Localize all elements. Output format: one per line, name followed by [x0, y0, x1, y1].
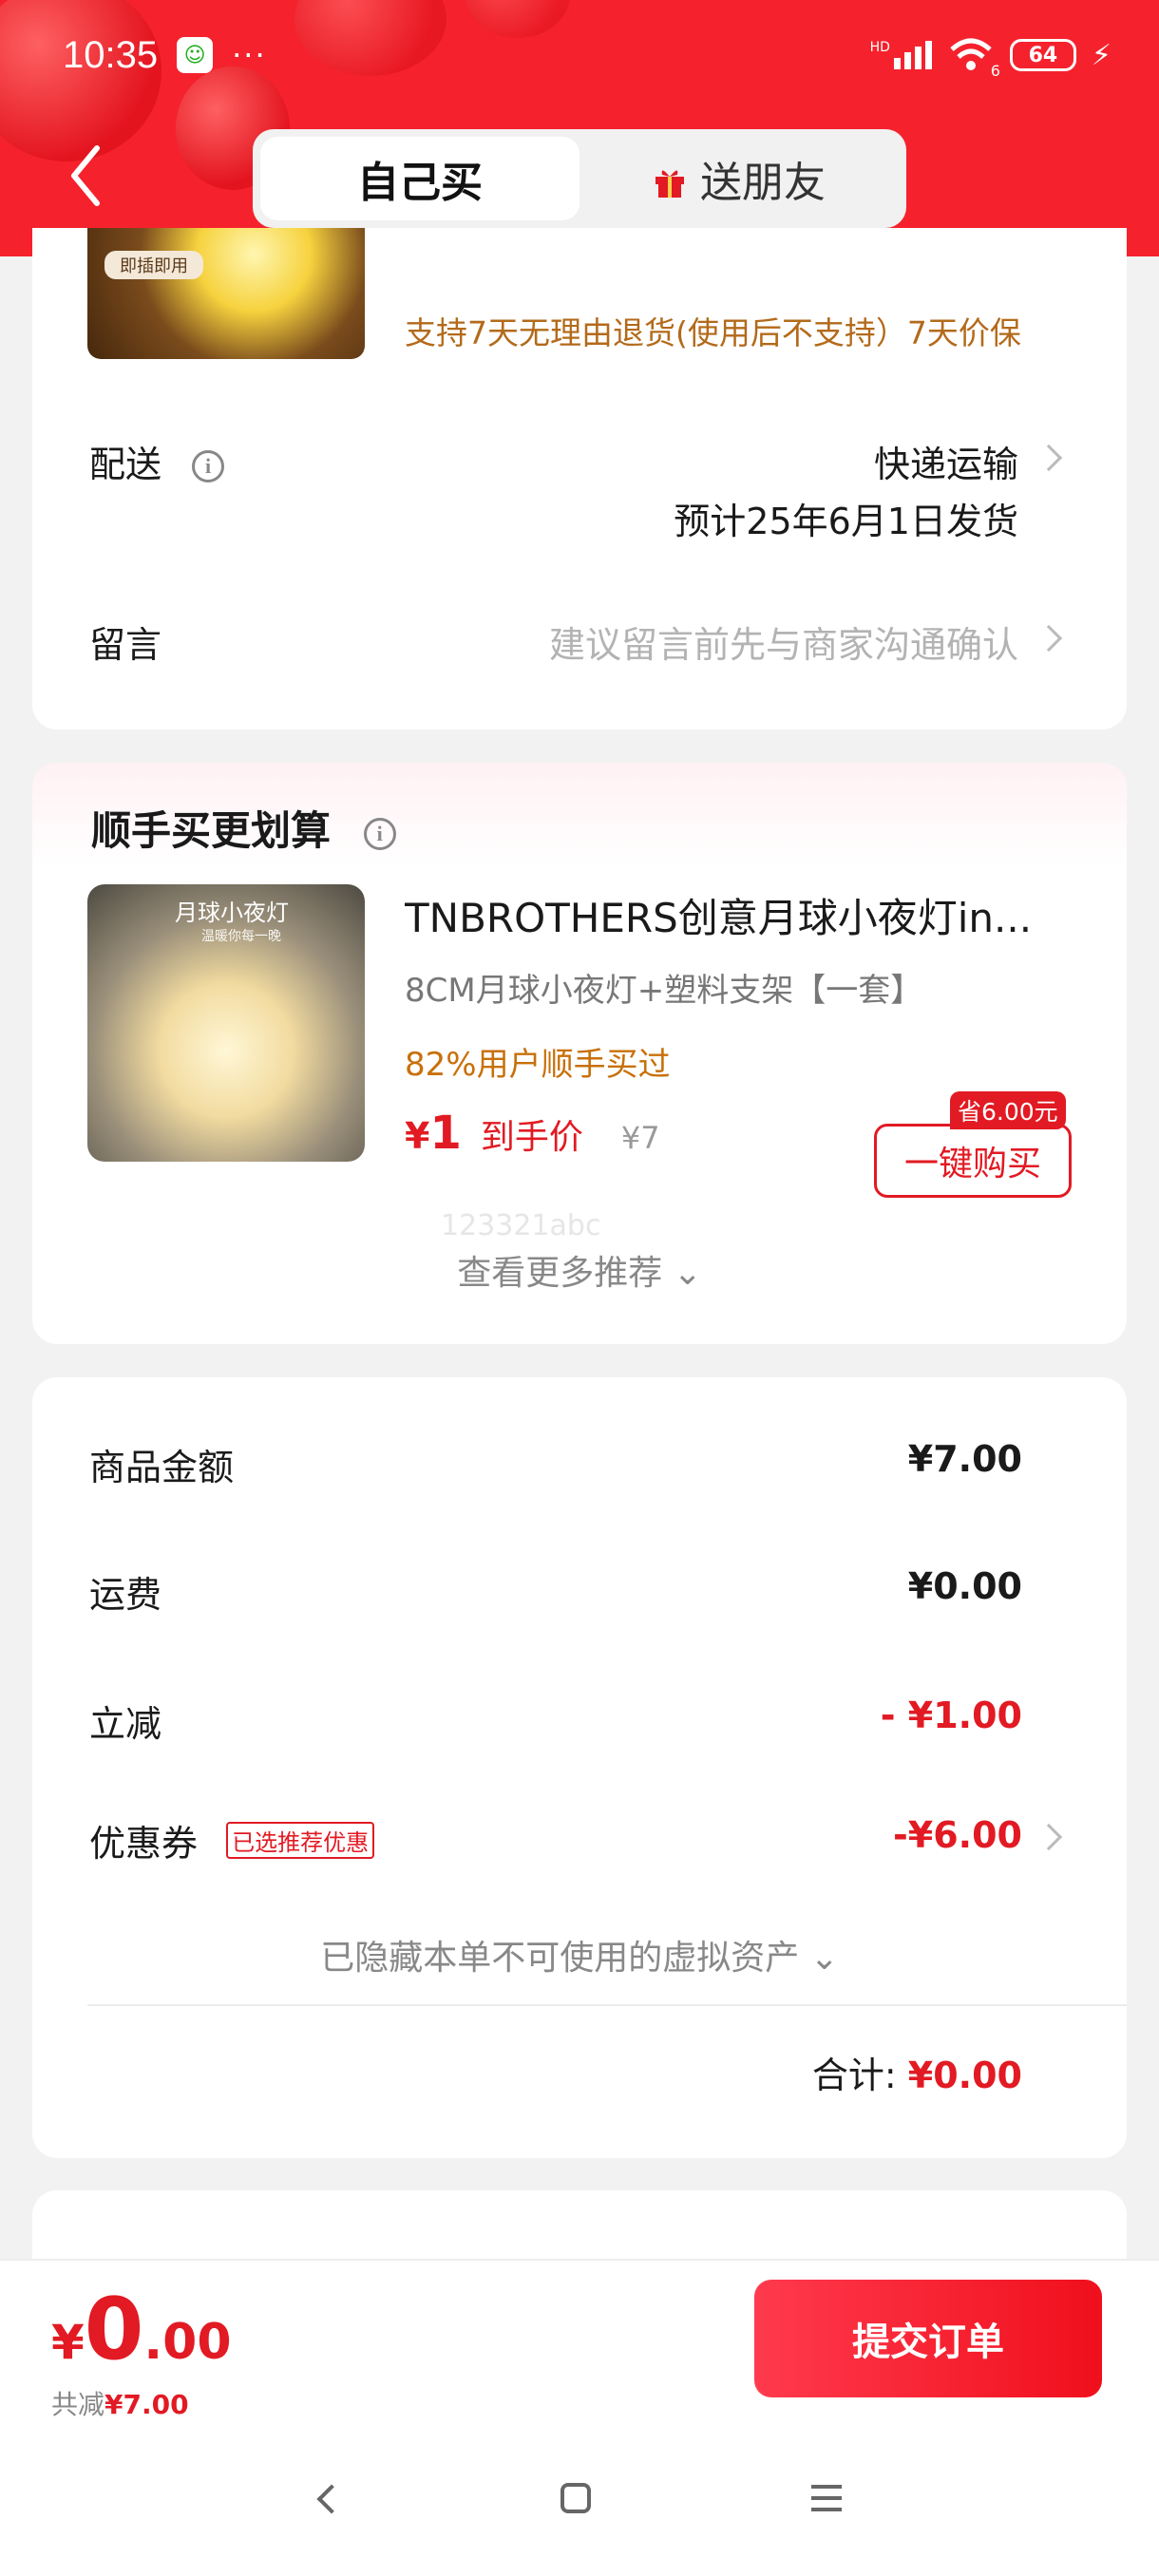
hidden-virtual-assets-toggle[interactable]: 已隐藏本单不可使用的虚拟资产 ⌄ — [32, 1930, 1127, 1979]
system-home-icon[interactable] — [560, 2483, 591, 2513]
info-icon[interactable]: i — [192, 450, 225, 483]
battery-icon: 64 — [1009, 39, 1076, 71]
delivery-label: 配送 — [89, 444, 162, 485]
gift-icon — [653, 161, 687, 198]
upsell-product-stat: 82%用户顺手买过 — [405, 1046, 671, 1084]
delivery-method[interactable]: 快递运输 — [874, 435, 1018, 487]
thumbnail-subcaption: 温暖你每一晚 — [201, 929, 281, 944]
more-notifications-icon: ··· — [232, 37, 267, 73]
chevron-right-icon — [1035, 1823, 1063, 1851]
price-value: 1 — [429, 1107, 462, 1160]
price-label: 到手价 — [480, 1118, 583, 1157]
view-more-recommendations-button[interactable]: 查看更多推荐 ⌄ — [32, 1245, 1127, 1295]
total-value: ¥0.00 — [907, 2055, 1022, 2096]
coupon-row: 优惠券 已选推荐优惠 — [89, 1814, 375, 1866]
system-menu-icon[interactable] — [811, 2485, 842, 2511]
status-bar: 10:35 ☺ ··· HD 6 64 ⚡ — [63, 27, 1112, 84]
upsell-product-thumbnail[interactable]: 月球小夜灯 温暖你每一晚 — [87, 884, 365, 1162]
upsell-product-spec: 8CM月球小夜灯+塑料支架【一套】 — [405, 972, 923, 1010]
chevron-right-icon — [1035, 444, 1063, 472]
upsell-card: 顺手买更划算 i 月球小夜灯 温暖你每一晚 TNBROTHERS创意月球小夜灯i… — [32, 763, 1127, 1344]
tab-buy-for-self[interactable]: 自己买 — [260, 137, 580, 220]
delivery-row: 配送 i — [89, 435, 225, 487]
coupon-label: 优惠券 — [89, 1823, 199, 1865]
remark-label: 留言 — [89, 624, 162, 666]
price-summary-card: 商品金额 ¥7.00 运费 ¥0.00 立减 - ¥1.00 优惠券 已选推荐优… — [32, 1377, 1127, 2158]
thumbnail-caption: 月球小夜灯 — [175, 900, 289, 926]
wechat-icon: ☺ — [177, 37, 214, 73]
status-time: 10:35 — [63, 33, 159, 76]
payable-amount: ¥ 0 .00 — [51, 2280, 232, 2379]
upsell-product-name[interactable]: TNBROTHERS创意月球小夜灯in... — [405, 886, 1089, 944]
original-price: ¥7 — [620, 1120, 660, 1156]
total-label: 合计: — [811, 2055, 897, 2096]
delivery-estimate: 预计25年6月1日发货 — [674, 501, 1018, 542]
one-click-buy-button[interactable]: 一键购买 — [874, 1124, 1072, 1198]
submit-order-button[interactable]: 提交订单 — [754, 2280, 1102, 2397]
coupon-value[interactable]: -¥6.00 — [893, 1814, 1022, 1856]
watermark: 123321abc — [441, 1209, 601, 1242]
order-total: 合计: ¥0.00 — [812, 2046, 1022, 2098]
upsell-product-price: ¥ 1 到手价 ¥7 — [405, 1107, 660, 1160]
cellular-signal-icon: HD — [870, 41, 932, 69]
info-icon[interactable]: i — [363, 818, 396, 850]
goods-amount-label: 商品金额 — [89, 1447, 235, 1488]
goods-amount-value: ¥7.00 — [907, 1438, 1022, 1480]
instant-discount-label: 立减 — [89, 1703, 162, 1745]
savings-badge: 省6.00元 — [950, 1091, 1066, 1129]
price-symbol: ¥ — [405, 1115, 430, 1157]
header: 10:35 ☺ ··· HD 6 64 ⚡ 自己买 送朋友 — [0, 0, 1159, 256]
chevron-right-icon — [1035, 624, 1063, 653]
thumbnail-tag: 即插即用 — [104, 251, 203, 279]
purchase-mode-tabs: 自己买 送朋友 — [253, 129, 906, 228]
tab-gift-to-friend[interactable]: 送朋友 — [580, 137, 899, 220]
checkout-bar: ¥ 0 .00 共减¥7.00 提交订单 — [0, 2259, 1159, 2576]
chevron-left-icon — [71, 145, 100, 206]
total-savings: 共减¥7.00 — [51, 2389, 189, 2420]
order-details-card: 即插即用 支持7天无理由退货(使用后不支持）7天价保 配送 i 快递运输 预计2… — [32, 228, 1127, 729]
divider — [87, 2004, 1127, 2006]
instant-discount-value: - ¥1.00 — [880, 1695, 1022, 1736]
return-guarantee-text: 支持7天无理由退货(使用后不支持）7天价保 — [405, 314, 1021, 351]
shipping-fee-label: 运费 — [89, 1574, 162, 1616]
remark-input[interactable]: 建议留言前先与商家沟通确认 — [549, 616, 1018, 668]
charging-icon: ⚡ — [1091, 38, 1112, 72]
shipping-fee-value: ¥0.00 — [907, 1565, 1022, 1607]
product-thumbnail[interactable]: 即插即用 — [87, 228, 365, 359]
upsell-title: 顺手买更划算 i — [91, 799, 396, 857]
back-button[interactable] — [66, 142, 104, 209]
coupon-recommended-badge: 已选推荐优惠 — [226, 1822, 375, 1859]
wifi-icon: 6 — [947, 36, 1000, 80]
